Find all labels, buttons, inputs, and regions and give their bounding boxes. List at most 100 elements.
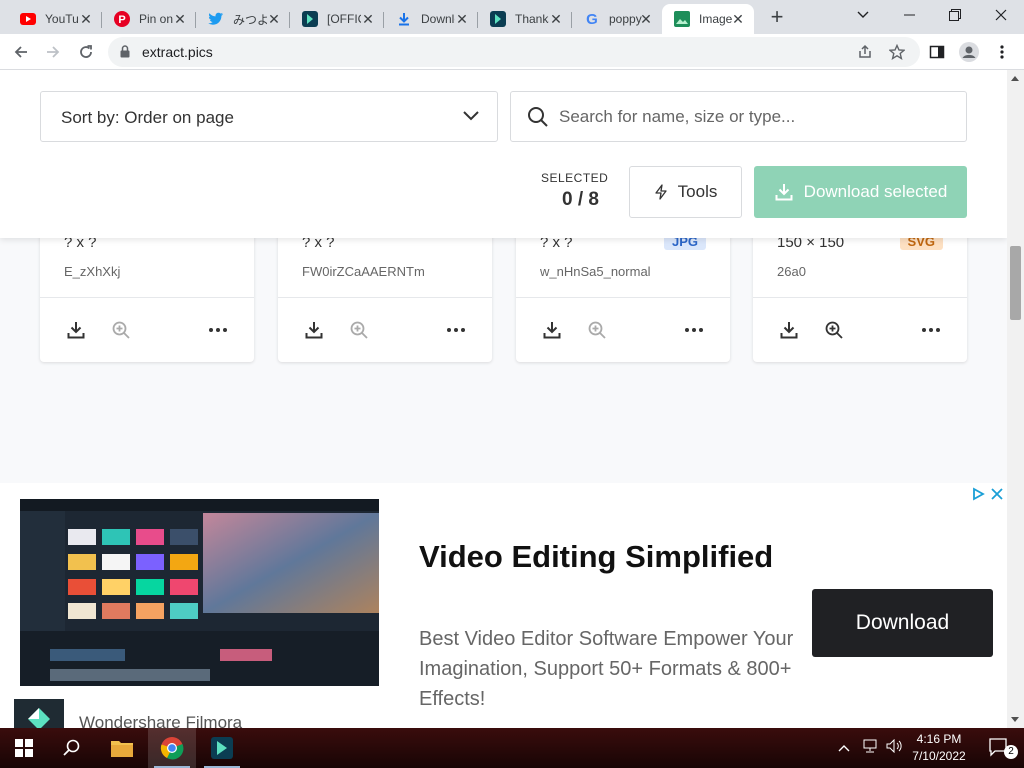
chevron-up-icon[interactable]: [838, 739, 850, 757]
ad-banner[interactable]: Video Editing Simplified Best Video Edit…: [0, 483, 1007, 728]
image-card[interactable]: 150 × 150 SVG 26a0: [753, 220, 967, 362]
ad-brand: Wondershare Filmora: [79, 713, 243, 728]
close-tab-icon[interactable]: ✕: [172, 11, 188, 27]
download-icon[interactable]: [64, 318, 88, 342]
restore-button[interactable]: [932, 0, 978, 30]
ad-image[interactable]: [20, 499, 379, 686]
pinterest-icon: P: [114, 11, 130, 27]
forward-button[interactable]: [40, 39, 66, 65]
image-card[interactable]: ? x ? JPG w_nHnSa5_normal: [516, 220, 730, 362]
restore-icon: [949, 9, 961, 21]
profile-button[interactable]: [956, 39, 982, 65]
start-button[interactable]: [0, 728, 48, 768]
side-panel-button[interactable]: [924, 39, 950, 65]
close-window-button[interactable]: [978, 0, 1024, 30]
chrome-menu-button[interactable]: [989, 39, 1015, 65]
ad-headline[interactable]: Video Editing Simplified: [419, 539, 773, 575]
download-icon[interactable]: [302, 318, 326, 342]
tab-download[interactable]: Download ✕: [384, 4, 478, 34]
search-icon: [527, 106, 549, 133]
svg-text:P: P: [118, 14, 125, 26]
filmora-icon: [302, 11, 318, 27]
download-icon[interactable]: [540, 318, 564, 342]
zoom-in-icon[interactable]: [347, 318, 371, 342]
share-icon[interactable]: [856, 43, 874, 61]
reload-icon: [80, 45, 92, 58]
sort-dropdown[interactable]: Sort by: Order on page: [40, 91, 498, 142]
lightning-icon: [655, 184, 667, 200]
tab-twitter[interactable]: みつよ ✕: [196, 4, 290, 34]
svg-text:G: G: [586, 11, 598, 27]
more-horizontal-icon[interactable]: [444, 318, 468, 342]
tab-title: Image: [699, 12, 733, 26]
image-name: w_nHnSa5_normal: [540, 264, 651, 279]
zoom-in-icon[interactable]: [109, 318, 133, 342]
chrome-taskbar-button[interactable]: [148, 728, 196, 768]
search-icon: [63, 739, 80, 756]
ad-choices[interactable]: [971, 487, 1003, 501]
filmora-taskbar-button[interactable]: [198, 728, 246, 768]
network-icon[interactable]: [862, 739, 878, 758]
close-tab-icon[interactable]: ✕: [360, 11, 376, 27]
arrow-left-icon: [14, 46, 27, 58]
filmora-logo-icon: [14, 699, 64, 728]
tab-thanks[interactable]: Thanks ✕: [478, 4, 572, 34]
new-tab-button[interactable]: +: [764, 6, 790, 30]
clock-time: 4:16 PM: [916, 732, 962, 746]
download-selected-button[interactable]: Download selected: [754, 166, 967, 218]
download-icon: [775, 184, 793, 201]
tab-title: Thanks: [515, 12, 549, 26]
search-box[interactable]: [510, 91, 967, 142]
address-bar[interactable]: extract.pics: [108, 37, 920, 67]
tab-extract-pics[interactable]: Image ✕: [662, 4, 754, 34]
more-horizontal-icon[interactable]: [919, 318, 943, 342]
action-center-button[interactable]: 2: [976, 728, 1024, 768]
scroll-up-icon[interactable]: [1011, 76, 1019, 81]
folder-icon: [111, 741, 133, 757]
reload-button[interactable]: [73, 39, 99, 65]
tab-youtube[interactable]: YouTube ✕: [8, 4, 102, 34]
tab-search-button[interactable]: [840, 0, 886, 30]
close-tab-icon[interactable]: ✕: [78, 11, 94, 27]
scroll-down-icon[interactable]: [1011, 717, 1019, 722]
scrollbar-thumb[interactable]: [1010, 246, 1021, 320]
volume-icon[interactable]: [886, 738, 902, 758]
page-scrollbar[interactable]: [1007, 70, 1024, 728]
zoom-in-icon[interactable]: [585, 318, 609, 342]
close-tab-icon[interactable]: ✕: [638, 11, 654, 27]
selected-label: SELECTED: [541, 171, 609, 185]
image-card[interactable]: ? x ? E_zXhXkj: [40, 220, 254, 362]
browser-toolbar: extract.pics: [0, 34, 1024, 70]
windows-taskbar: 4:16 PM 7/10/2022 2: [0, 728, 1024, 768]
taskbar-search-button[interactable]: [48, 728, 96, 768]
tab-title: Pin on: [139, 12, 173, 26]
back-button[interactable]: [8, 39, 34, 65]
minimize-button[interactable]: [886, 0, 932, 30]
close-tab-icon[interactable]: ✕: [548, 11, 564, 27]
chrome-icon: [160, 737, 184, 760]
ad-download-button[interactable]: Download: [812, 589, 993, 657]
tab-title: YouTube: [45, 12, 79, 26]
more-horizontal-icon[interactable]: [206, 318, 230, 342]
tab-pinterest[interactable]: P Pin on ✕: [102, 4, 196, 34]
bookmark-star-icon[interactable]: [888, 43, 906, 61]
close-tab-icon[interactable]: ✕: [266, 11, 282, 27]
tab-official[interactable]: [OFFICIAL] ✕: [290, 4, 384, 34]
close-tab-icon[interactable]: ✕: [454, 11, 470, 27]
taskbar-clock[interactable]: 4:16 PM 7/10/2022: [905, 731, 973, 765]
more-horizontal-icon[interactable]: [682, 318, 706, 342]
google-icon: G: [584, 11, 600, 27]
lock-icon[interactable]: [120, 45, 130, 63]
clock-date: 7/10/2022: [912, 749, 966, 763]
search-input[interactable]: [559, 104, 949, 130]
image-card[interactable]: ? x ? FW0irZCaAAERNTm: [278, 220, 492, 362]
tools-button[interactable]: Tools: [629, 166, 742, 218]
download-icon[interactable]: [777, 318, 801, 342]
tab-google-poppy[interactable]: G poppy ✕: [572, 4, 662, 34]
url-text[interactable]: extract.pics: [142, 44, 213, 60]
close-icon: [995, 9, 1007, 21]
file-explorer-button[interactable]: [98, 728, 146, 768]
system-tray: [838, 728, 902, 768]
close-tab-icon[interactable]: ✕: [730, 11, 746, 27]
zoom-in-icon[interactable]: [822, 318, 846, 342]
